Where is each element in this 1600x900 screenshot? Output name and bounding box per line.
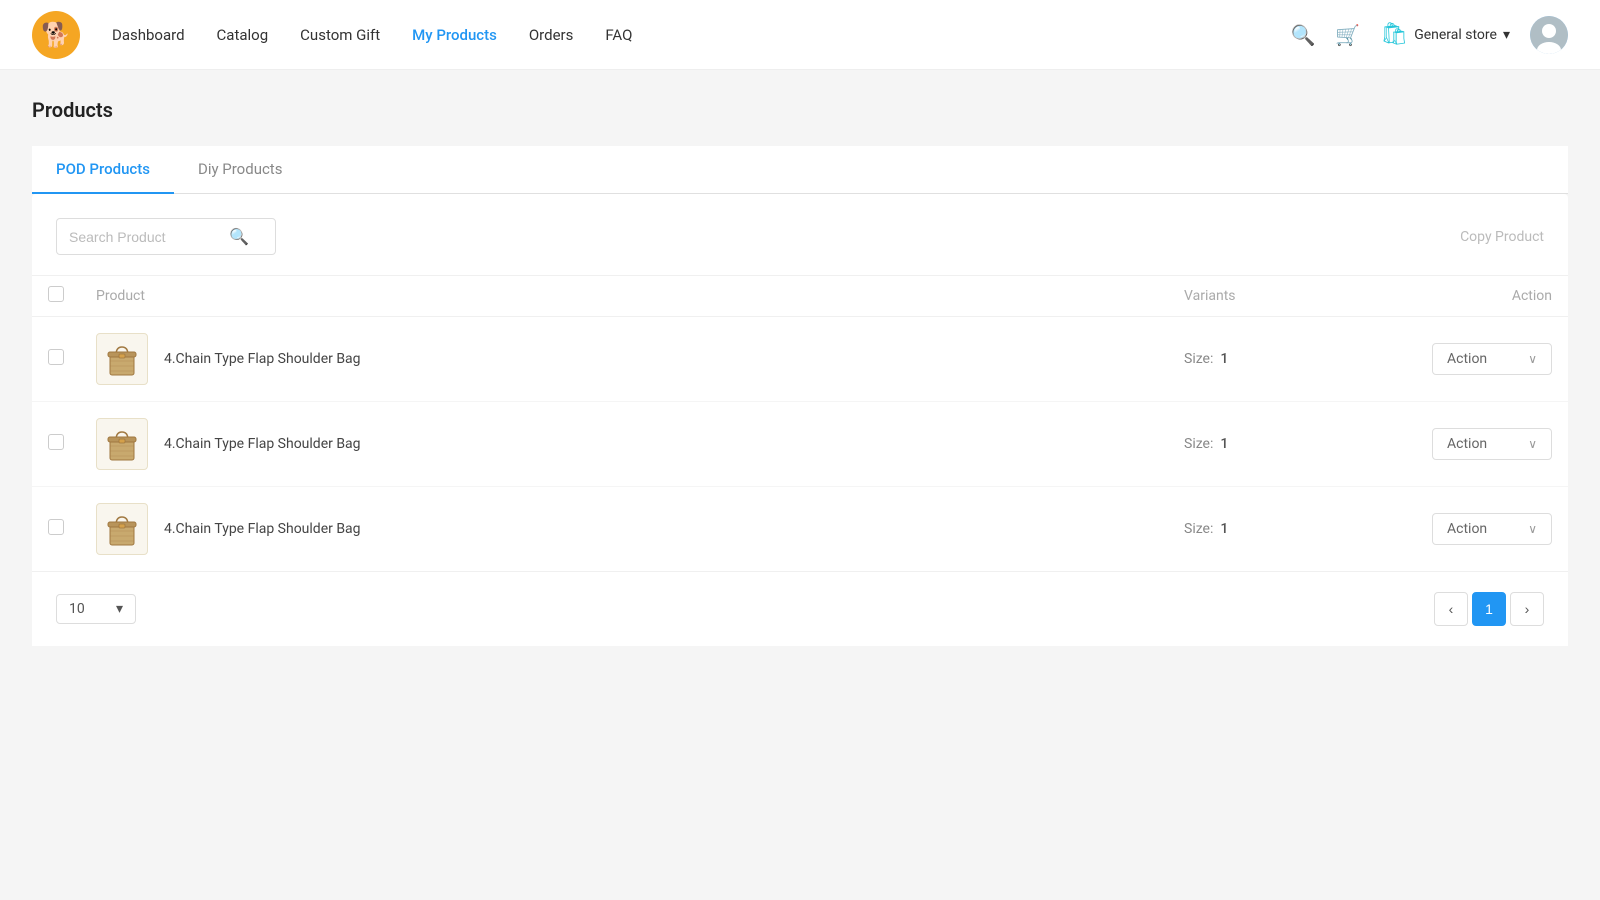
row-checkbox-0[interactable]: [48, 349, 64, 365]
row-product-0: 4.Chain Type Flap Shoulder Bag: [80, 317, 1168, 402]
row-variants-1: Size: 1: [1168, 402, 1388, 487]
row-check-2: [32, 487, 80, 572]
product-image-0: [100, 337, 144, 381]
cart-icon[interactable]: 🛒: [1335, 23, 1360, 47]
store-selector[interactable]: 🛍 General store ▾: [1380, 22, 1510, 47]
product-table-section: 🔍 Copy Product Product Variants Action: [32, 194, 1568, 646]
store-label: General store: [1414, 27, 1497, 43]
product-table: Product Variants Action: [32, 275, 1568, 571]
table-header: Product Variants Action: [32, 276, 1568, 317]
store-bag-icon: 🛍: [1380, 22, 1408, 47]
tab-diy-products[interactable]: Diy Products: [174, 146, 307, 194]
row-variants-0: Size: 1: [1168, 317, 1388, 402]
row-check-1: [32, 402, 80, 487]
row-product-2: 4.Chain Type Flap Shoulder Bag: [80, 487, 1168, 572]
nav-item-my-products[interactable]: My Products: [412, 22, 497, 48]
product-rows: 4.Chain Type Flap Shoulder Bag Size: 1 A…: [32, 317, 1568, 572]
variants-text-2: Size: 1: [1184, 521, 1228, 537]
search-icon[interactable]: 🔍: [1290, 23, 1315, 47]
header-actions: 🔍 🛒 🛍 General store ▾: [1290, 16, 1568, 54]
logo[interactable]: 🐕: [32, 11, 80, 59]
page-1-button[interactable]: 1: [1472, 592, 1506, 626]
nav-item-orders[interactable]: Orders: [529, 22, 574, 48]
header: 🐕 Dashboard Catalog Custom Gift My Products…: [0, 0, 1600, 70]
product-name-0: 4.Chain Type Flap Shoulder Bag: [164, 351, 361, 367]
row-check-0: [32, 317, 80, 402]
nav-item-catalog[interactable]: Catalog: [217, 22, 269, 48]
product-name-1: 4.Chain Type Flap Shoulder Bag: [164, 436, 361, 452]
row-checkbox-1[interactable]: [48, 434, 64, 450]
action-dropdown-0[interactable]: Action ∨: [1432, 343, 1552, 375]
action-label-1: Action: [1447, 436, 1487, 452]
row-variants-2: Size: 1: [1168, 487, 1388, 572]
row-action-2: Action ∨: [1388, 487, 1568, 572]
search-input[interactable]: [69, 229, 229, 245]
variants-text-1: Size: 1: [1184, 436, 1228, 452]
action-label-0: Action: [1447, 351, 1487, 367]
table-row: 4.Chain Type Flap Shoulder Bag Size: 1 A…: [32, 487, 1568, 572]
tab-pod-products[interactable]: POD Products: [32, 146, 174, 194]
next-page-button[interactable]: ›: [1510, 592, 1544, 626]
header-action: Action: [1388, 276, 1568, 317]
copy-product-button[interactable]: Copy Product: [1460, 229, 1544, 245]
pagination-nav: ‹ 1 ›: [1434, 592, 1544, 626]
action-chevron-icon-2: ∨: [1528, 522, 1537, 536]
page-size-value: 10: [69, 601, 85, 617]
table-row: 4.Chain Type Flap Shoulder Bag Size: 1 A…: [32, 402, 1568, 487]
product-image-1: [100, 422, 144, 466]
row-action-1: Action ∨: [1388, 402, 1568, 487]
store-chevron-icon: ▾: [1503, 27, 1510, 43]
action-chevron-icon-0: ∨: [1528, 352, 1537, 366]
table-toolbar: 🔍 Copy Product: [32, 218, 1568, 275]
product-image-2: [100, 507, 144, 551]
row-action-0: Action ∨: [1388, 317, 1568, 402]
avatar-icon: [1530, 16, 1568, 54]
action-chevron-icon-1: ∨: [1528, 437, 1537, 451]
action-dropdown-1[interactable]: Action ∨: [1432, 428, 1552, 460]
nav-item-dashboard[interactable]: Dashboard: [112, 22, 185, 48]
search-box[interactable]: 🔍: [56, 218, 276, 255]
header-check: [32, 276, 80, 317]
pagination-bar: 10 ▾ ‹ 1 ›: [32, 571, 1568, 646]
row-checkbox-2[interactable]: [48, 519, 64, 535]
tabs: POD ProductsDiy Products: [32, 146, 1568, 194]
action-dropdown-2[interactable]: Action ∨: [1432, 513, 1552, 545]
main-nav: Dashboard Catalog Custom Gift My Products Or…: [112, 22, 1290, 48]
action-label-2: Action: [1447, 521, 1487, 537]
product-name-2: 4.Chain Type Flap Shoulder Bag: [164, 521, 361, 537]
main-content: Products POD ProductsDiy Products 🔍 Copy…: [0, 70, 1600, 900]
avatar[interactable]: [1530, 16, 1568, 54]
product-thumbnail-2: [96, 503, 148, 555]
page-size-selector[interactable]: 10 ▾: [56, 594, 136, 624]
header-variants: Variants: [1168, 276, 1388, 317]
table-row: 4.Chain Type Flap Shoulder Bag Size: 1 A…: [32, 317, 1568, 402]
product-thumbnail-1: [96, 418, 148, 470]
nav-item-faq[interactable]: FAQ: [605, 22, 632, 48]
product-thumbnail-0: [96, 333, 148, 385]
variants-text-0: Size: 1: [1184, 351, 1228, 367]
prev-page-button[interactable]: ‹: [1434, 592, 1468, 626]
select-all-checkbox[interactable]: [48, 286, 64, 302]
row-product-1: 4.Chain Type Flap Shoulder Bag: [80, 402, 1168, 487]
logo-icon: 🐕: [41, 21, 71, 49]
search-submit-icon[interactable]: 🔍: [229, 227, 249, 246]
nav-item-custom-gift[interactable]: Custom Gift: [300, 22, 380, 48]
header-product: Product: [80, 276, 1168, 317]
page-size-chevron-icon: ▾: [116, 601, 123, 617]
page-title: Products: [32, 98, 1568, 122]
